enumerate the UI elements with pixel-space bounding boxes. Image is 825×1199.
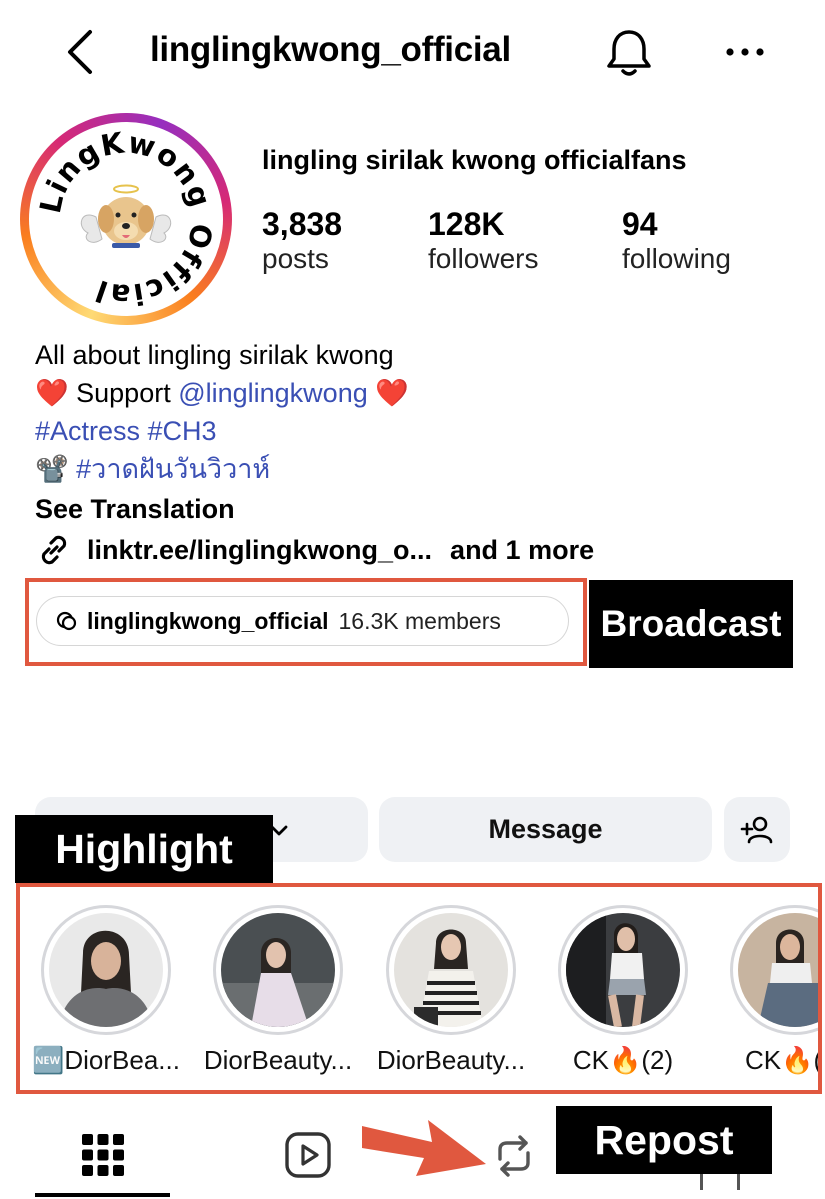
posts-stat[interactable]: 3,838 posts xyxy=(262,206,342,275)
mention-link[interactable]: @linglingkwong xyxy=(178,378,368,408)
highlight-cover xyxy=(394,913,508,1027)
heart-emoji: ❤️ xyxy=(375,378,409,408)
add-person-icon xyxy=(740,816,773,843)
back-button[interactable] xyxy=(58,28,102,76)
highlight-item[interactable]: DiorBeauty... xyxy=(203,905,353,1076)
highlight-ring xyxy=(558,905,688,1035)
repost-icon xyxy=(498,1135,530,1177)
highlight-annotation-label: Highlight xyxy=(15,815,273,883)
arrow-annotation-icon xyxy=(360,1108,490,1183)
reels-play-icon xyxy=(285,1132,331,1178)
page-title: linglingkwong_official xyxy=(150,30,511,69)
highlight-item[interactable]: CK🔥(2) xyxy=(548,905,698,1076)
followers-stat[interactable]: 128K followers xyxy=(428,206,538,275)
bio-link-row[interactable]: linktr.ee/linglingkwong_o... and 1 more xyxy=(35,531,594,569)
highlight-label: CK🔥(2) xyxy=(572,1045,674,1075)
add-user-button[interactable] xyxy=(724,797,790,862)
repost-annotation-label: Repost xyxy=(556,1106,772,1174)
following-stat[interactable]: 94 following xyxy=(622,206,731,275)
support-text: Support xyxy=(76,378,179,408)
highlight-cover xyxy=(221,913,335,1027)
broadcast-channel-name: linglingkwong_official xyxy=(87,607,329,634)
highlights-annotation-box: 🆕DiorBea... DiorBeauty... DiorBeauty... … xyxy=(16,883,822,1094)
bio-link-more[interactable]: and 1 more xyxy=(450,531,594,569)
reposts-tab[interactable] xyxy=(492,1133,536,1184)
highlight-cover xyxy=(49,913,163,1027)
hashtags-link[interactable]: #Actress #CH3 xyxy=(35,412,217,450)
following-label: following xyxy=(622,243,731,274)
broadcast-channel-icon xyxy=(56,611,77,631)
highlight-cover xyxy=(738,913,818,1027)
followers-count: 128K xyxy=(428,206,505,242)
posts-count: 3,838 xyxy=(262,206,343,242)
chevron-left-icon xyxy=(68,30,92,74)
highlight-ring xyxy=(41,905,171,1035)
reels-tab[interactable] xyxy=(284,1131,332,1184)
display-name: lingling sirilak kwong officialfans xyxy=(262,145,687,175)
followers-label: followers xyxy=(428,243,539,274)
active-tab-indicator xyxy=(35,1193,170,1197)
film-projector-emoji: 📽️ xyxy=(35,454,69,484)
highlight-label: CK🔥( xyxy=(745,1045,822,1075)
heart-emoji: ❤️ xyxy=(35,378,69,408)
highlight-item[interactable]: CK🔥( xyxy=(720,905,822,1076)
highlight-item[interactable]: 🆕DiorBea... xyxy=(31,905,181,1076)
highlight-cover xyxy=(566,913,680,1027)
highlight-ring xyxy=(730,905,818,1035)
posts-label: posts xyxy=(262,243,329,274)
avatar[interactable]: LingKwong Official xyxy=(33,125,218,312)
bio-line-2: ❤️ Support @linglingkwong ❤️ xyxy=(35,374,409,412)
bio-line-1: All about lingling sirilak kwong xyxy=(35,340,394,370)
more-options-button[interactable] xyxy=(720,30,770,74)
grid-tab[interactable] xyxy=(82,1134,124,1181)
highlight-label: DiorBeauty... xyxy=(203,1045,353,1075)
thai-hashtag-link[interactable]: #วาดฝันวันวิวาห์ xyxy=(76,454,270,484)
highlight-label: DiorBeauty... xyxy=(376,1045,526,1075)
message-button[interactable]: Message xyxy=(379,797,712,862)
highlight-ring xyxy=(213,905,343,1035)
bio-link[interactable]: linktr.ee/linglingkwong_o... xyxy=(87,531,432,569)
grid-icon xyxy=(82,1134,124,1176)
following-count: 94 xyxy=(622,206,658,242)
link-icon xyxy=(41,535,67,565)
more-horizontal-icon xyxy=(726,48,764,56)
highlight-ring xyxy=(386,905,516,1035)
broadcast-annotation-label: Broadcast xyxy=(589,580,793,668)
bell-icon xyxy=(607,30,651,76)
highlight-item[interactable]: DiorBeauty... xyxy=(376,905,526,1076)
broadcast-members: 16.3K members xyxy=(338,607,501,634)
broadcast-channel-chip[interactable]: linglingkwong_official 16.3K members xyxy=(36,596,569,646)
highlight-label: 🆕DiorBea... xyxy=(32,1045,180,1075)
see-translation-link[interactable]: See Translation xyxy=(35,490,235,528)
notifications-button[interactable] xyxy=(603,25,655,81)
bio-line-4: 📽️ #วาดฝันวันวิวาห์ xyxy=(35,450,270,488)
avatar-logo-icon: LingKwong Official xyxy=(33,125,218,312)
